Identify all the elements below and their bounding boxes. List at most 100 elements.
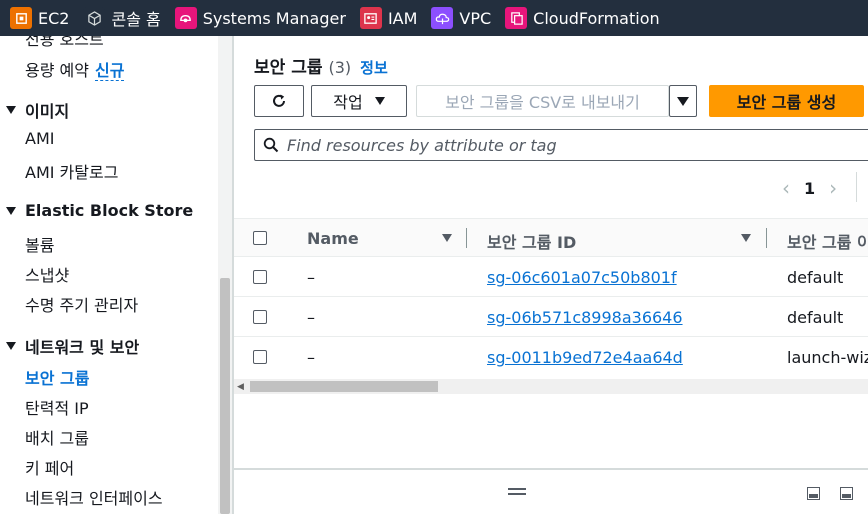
sort-caret-icon[interactable] xyxy=(442,234,452,242)
table-row[interactable]: – sg-0011b9ed72e4aa64d launch-wiz xyxy=(234,337,868,377)
drag-handle-icon[interactable] xyxy=(508,488,526,498)
caret-down-icon xyxy=(677,96,689,106)
security-group-id-link[interactable]: sg-06c601a07c50b801f xyxy=(487,268,677,287)
sidebar-group-ebs-label: Elastic Block Store xyxy=(25,201,194,220)
caret-down-icon xyxy=(374,97,385,105)
favorite-iam-label: IAM xyxy=(387,8,418,28)
new-badge: 신규 xyxy=(94,61,125,81)
table-row[interactable]: – sg-06b571c8998a36646 default xyxy=(234,297,868,337)
sidebar-item-elastic-ips[interactable]: 탄력적 IP xyxy=(25,395,89,419)
sidebar-item-lifecycle-manager[interactable]: 수명 주기 관리자 xyxy=(25,292,138,316)
favorite-vpc-label: VPC xyxy=(459,8,492,28)
main-content: 보안 그룹 (3) 정보 작업 보안 그룹을 CSV로 내보내기 보안 그룹 생… xyxy=(234,36,868,514)
sidebar-scrollbar-thumb[interactable] xyxy=(220,278,230,514)
search-icon xyxy=(263,137,279,153)
create-security-group-button[interactable]: 보안 그룹 생성 xyxy=(709,85,864,117)
favorite-systems-manager[interactable]: Systems Manager xyxy=(174,7,346,29)
export-csv-button[interactable]: 보안 그룹을 CSV로 내보내기 xyxy=(416,85,669,117)
sidebar-group-network-security[interactable]: 네트워크 및 보안 xyxy=(6,334,139,358)
pager-divider xyxy=(856,172,857,202)
sidebar-item-snapshots[interactable]: 스냅샷 xyxy=(25,262,69,286)
split-panel-bar xyxy=(234,468,868,514)
column-resizer[interactable] xyxy=(766,228,767,248)
cube-icon xyxy=(83,7,106,29)
split-panel-bottom-icon[interactable] xyxy=(807,487,820,500)
favorites-bar: EC2 콘솔 홈 Systems Manager IAM VPC CloudFo… xyxy=(0,0,868,36)
sidebar-group-images[interactable]: 이미지 xyxy=(6,98,69,122)
split-panel-side-icon[interactable] xyxy=(840,487,853,500)
favorite-cloudformation-label: CloudFormation xyxy=(533,8,660,28)
select-all-checkbox[interactable] xyxy=(253,231,267,245)
row-checkbox[interactable] xyxy=(253,350,267,364)
caret-down-icon xyxy=(6,342,16,350)
page-title: 보안 그룹 xyxy=(254,58,323,78)
column-header-security-group-name[interactable]: 보안 그룹 이름 xyxy=(787,229,868,253)
sidebar-group-ebs[interactable]: Elastic Block Store xyxy=(6,201,193,220)
sidebar-group-images-label: 이미지 xyxy=(25,102,70,121)
pagination: ‹ 1 › xyxy=(774,176,845,200)
actions-label: 작업 xyxy=(333,93,363,112)
security-groups-panel: 보안 그룹 (3) 정보 작업 보안 그룹을 CSV로 내보내기 보안 그룹 생… xyxy=(234,36,868,514)
table-row[interactable]: – sg-06c601a07c50b801f default xyxy=(234,257,868,297)
scroll-left-icon[interactable]: ◀ xyxy=(237,382,244,392)
favorite-iam[interactable]: IAM xyxy=(359,7,418,29)
cell-group-name: default xyxy=(787,308,844,327)
security-group-id-link[interactable]: sg-06b571c8998a36646 xyxy=(487,308,683,327)
chevron-left-icon[interactable]: ‹ xyxy=(774,176,798,200)
favorite-cloudformation[interactable]: CloudFormation xyxy=(505,7,660,29)
favorite-systems-manager-label: Systems Manager xyxy=(202,8,346,28)
export-csv-label: 보안 그룹을 CSV로 내보내기 xyxy=(445,93,640,112)
chevron-right-icon[interactable]: › xyxy=(821,176,845,200)
systems-manager-icon xyxy=(174,7,197,29)
search-input[interactable] xyxy=(287,135,847,155)
horizontal-scrollbar-thumb[interactable] xyxy=(250,381,438,392)
item-count: (3) xyxy=(328,58,352,77)
table-header: Name 보안 그룹 ID 보안 그룹 이름 xyxy=(234,218,868,257)
column-header-name[interactable]: Name xyxy=(307,229,359,248)
actions-dropdown[interactable]: 작업 xyxy=(311,85,407,117)
table-horizontal-scrollbar[interactable]: ◀ xyxy=(234,379,868,394)
sidebar-item-security-groups[interactable]: 보안 그룹 xyxy=(25,365,89,389)
search-bar[interactable] xyxy=(254,129,868,161)
favorite-console-home[interactable]: 콘솔 홈 xyxy=(83,6,161,30)
sidebar-item-placement-groups[interactable]: 배치 그룹 xyxy=(25,425,89,449)
cloudformation-icon xyxy=(505,7,528,29)
favorite-vpc[interactable]: VPC xyxy=(431,7,491,29)
sidebar-item-key-pairs[interactable]: 키 페어 xyxy=(25,455,74,479)
vpc-icon xyxy=(431,7,454,29)
favorite-console-home-label: 콘솔 홈 xyxy=(111,10,161,29)
cell-name: – xyxy=(307,348,315,367)
column-header-security-group-id[interactable]: 보안 그룹 ID xyxy=(487,229,576,253)
sidebar-item-volumes[interactable]: 볼륨 xyxy=(25,232,54,256)
refresh-icon xyxy=(273,94,285,107)
row-checkbox[interactable] xyxy=(253,310,267,324)
export-dropdown-button[interactable] xyxy=(669,85,697,117)
sidebar-item-ami[interactable]: AMI xyxy=(25,129,54,148)
create-security-group-label: 보안 그룹 생성 xyxy=(736,93,837,112)
cell-name: – xyxy=(307,268,315,287)
iam-icon xyxy=(359,7,382,29)
sidebar-item-network-interfaces[interactable]: 네트워크 인터페이스 xyxy=(25,485,163,509)
ec2-sidebar: 전용 호스트 용량 예약 신규 이미지 AMI AMI 카탈로그 Elastic … xyxy=(0,36,232,514)
info-link[interactable]: 정보 xyxy=(360,57,388,78)
refresh-button[interactable] xyxy=(254,85,304,117)
row-checkbox[interactable] xyxy=(253,270,267,284)
caret-down-icon xyxy=(6,206,16,215)
sidebar-group-network-security-label: 네트워크 및 보안 xyxy=(25,338,140,357)
current-page[interactable]: 1 xyxy=(804,179,815,198)
sidebar-item-capacity-reservations[interactable]: 용량 예약 신규 xyxy=(25,57,125,81)
column-resizer[interactable] xyxy=(466,228,467,248)
security-group-id-link[interactable]: sg-0011b9ed72e4aa64d xyxy=(487,348,683,367)
cell-group-name: default xyxy=(787,268,844,287)
cell-name: – xyxy=(307,308,315,327)
sort-caret-icon[interactable] xyxy=(741,234,751,242)
sidebar-item-dedicated-hosts[interactable]: 전용 호스트 xyxy=(25,36,104,50)
panel-header: 보안 그룹 (3) 정보 xyxy=(254,53,388,78)
favorite-ec2[interactable]: EC2 xyxy=(10,7,69,29)
ec2-icon xyxy=(10,7,32,29)
favorite-ec2-label: EC2 xyxy=(38,8,70,28)
sidebar-item-ami-catalog[interactable]: AMI 카탈로그 xyxy=(25,159,118,183)
sidebar-item-capacity-reservations-label: 용량 예약 xyxy=(25,61,89,80)
caret-down-icon xyxy=(6,106,16,114)
cell-group-name: launch-wiz xyxy=(787,348,868,367)
